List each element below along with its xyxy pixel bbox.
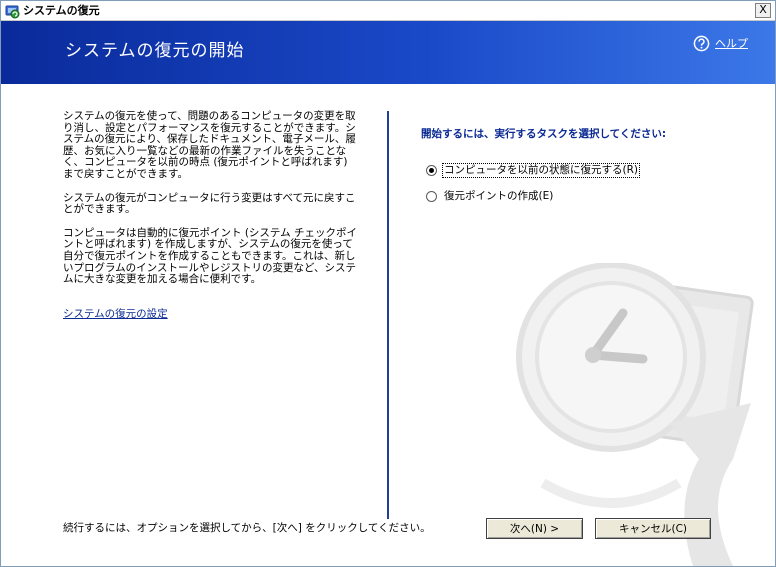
restore-option[interactable]: コンピュータを以前の状態に復元する(R) bbox=[426, 163, 640, 178]
system-restore-window: システムの復元 X システムの復元の開始 ヘルプ システムの復元を使って、問題の… bbox=[0, 0, 776, 567]
restore-option-label[interactable]: コンピュータを以前の状態に復元する(R) bbox=[442, 163, 640, 178]
system-restore-icon bbox=[5, 5, 20, 19]
task-prompt: 開始するには、実行するタスクを選択してください: bbox=[421, 128, 667, 140]
radio-button-selected[interactable] bbox=[426, 165, 437, 176]
create-restore-point-label[interactable]: 復元ポイントの作成(E) bbox=[443, 190, 554, 203]
task-selection: 開始するには、実行するタスクを選択してください: コンピュータを以前の状態に復元… bbox=[421, 127, 761, 202]
restore-settings-link[interactable]: システムの復元の設定 bbox=[63, 308, 168, 321]
column-divider bbox=[387, 111, 389, 519]
next-button[interactable]: 次へ(N) > bbox=[486, 518, 583, 539]
close-button[interactable]: X bbox=[755, 3, 771, 18]
help-question-icon bbox=[693, 35, 710, 51]
header-banner: システムの復元の開始 ヘルプ bbox=[1, 21, 775, 84]
cancel-button[interactable]: キャンセル(C) bbox=[595, 518, 711, 539]
radio-button-unselected[interactable] bbox=[426, 191, 437, 202]
intro-text: システムの復元を使って、問題のあるコンピュータの変更を取り消し、設定とパフォーマ… bbox=[63, 110, 359, 319]
title-bar: システムの復元 X bbox=[1, 1, 775, 21]
footer-instruction: 続行するには、オプションを選択してから、[次へ] をクリックしてください。 bbox=[63, 522, 431, 534]
intro-paragraph-2: システムの復元がコンピュータに行う変更はすべて元に戻すことができます。 bbox=[63, 191, 356, 216]
window-title: システムの復元 bbox=[23, 4, 100, 17]
help-link[interactable]: ヘルプ bbox=[693, 34, 748, 52]
intro-paragraph-3: コンピュータは自動的に復元ポイント (システム チェックポイントと呼ばれます) … bbox=[63, 226, 357, 286]
page-title: システムの復元の開始 bbox=[65, 41, 245, 61]
help-label: ヘルプ bbox=[715, 37, 748, 50]
intro-paragraph-1: システムの復元を使って、問題のあるコンピュータの変更を取り消し、設定とパフォーマ… bbox=[63, 110, 356, 180]
create-restore-point-option[interactable]: 復元ポイントの作成(E) bbox=[426, 190, 554, 203]
